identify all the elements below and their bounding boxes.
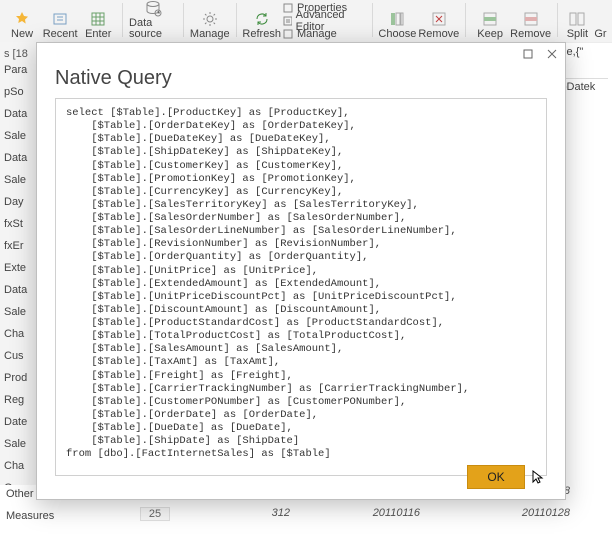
gear-icon (201, 10, 219, 28)
datasource-icon (144, 0, 162, 17)
ok-button[interactable]: OK (467, 465, 525, 489)
ribbon-choose[interactable]: Choose (378, 0, 416, 40)
ribbon-datasource[interactable]: Data source (129, 0, 177, 40)
grid-cell[interactable]: 312 (170, 507, 302, 519)
ribbon-label: Split (567, 29, 588, 40)
ribbon-manage[interactable]: Manage (190, 0, 230, 40)
ribbon-label: Data source (129, 18, 177, 40)
restore-icon[interactable] (521, 47, 535, 61)
ribbon-new[interactable]: New (4, 0, 40, 40)
dialog-titlebar (37, 43, 565, 65)
editor-icon (283, 16, 292, 26)
ribbon-remove-rows[interactable]: Remove (510, 0, 551, 40)
ribbon-label: Refresh (242, 29, 281, 40)
mouse-cursor-icon (531, 469, 547, 485)
remove-columns-icon (430, 10, 448, 28)
ribbon-label: Keep (477, 29, 503, 40)
properties-icon (283, 3, 293, 13)
measures-query[interactable]: Measures (0, 507, 152, 525)
refresh-icon (253, 10, 271, 28)
ribbon-label: Choose (378, 29, 416, 40)
keep-rows-icon (481, 10, 499, 28)
ribbon-enter[interactable]: Enter (80, 0, 116, 40)
manage-icon (283, 29, 293, 39)
ribbon-label: Gr (594, 29, 606, 40)
grid-cell[interactable]: 20110128 (430, 507, 582, 519)
remove-rows-icon (522, 10, 540, 28)
ribbon-label: Manage (190, 29, 230, 40)
ribbon-label: Remove (510, 29, 551, 40)
ribbon-recent[interactable]: Recent (42, 0, 78, 40)
ribbon-refresh[interactable]: Refresh (242, 0, 281, 40)
choose-columns-icon (388, 10, 406, 28)
ribbon-toolbar: New Recent Enter Data source Manage Refr… (0, 0, 612, 43)
dialog-title: Native Query (37, 65, 565, 98)
dialog-actions: OK (467, 465, 547, 489)
ribbon-label: Recent (43, 29, 78, 40)
ribbon-manage-sub[interactable]: Manage (283, 28, 366, 40)
close-icon[interactable] (545, 47, 559, 61)
ribbon-label: New (11, 29, 33, 40)
recent-icon (51, 10, 69, 28)
grid-cell[interactable]: 20110116 (300, 507, 432, 519)
ribbon-label: Enter (85, 29, 111, 40)
ribbon-remove-cols[interactable]: Remove (418, 0, 459, 40)
ribbon-label: Remove (418, 29, 459, 40)
native-query-dialog: Native Query select [$Table].[ProductKey… (36, 42, 566, 500)
ribbon-group[interactable]: Gr (593, 0, 608, 40)
row-number[interactable]: 25 (140, 507, 170, 521)
split-icon (568, 10, 586, 28)
ribbon-advanced-editor[interactable]: Advanced Editor (283, 15, 366, 27)
table-icon (89, 10, 107, 28)
ribbon-keep[interactable]: Keep (472, 0, 508, 40)
sql-text-box[interactable]: select [$Table].[ProductKey] as [Product… (55, 98, 547, 476)
star-icon (13, 10, 31, 28)
ribbon-split[interactable]: Split (564, 0, 591, 40)
ribbon-menu-stack: Properties Advanced Editor Manage (283, 0, 366, 40)
